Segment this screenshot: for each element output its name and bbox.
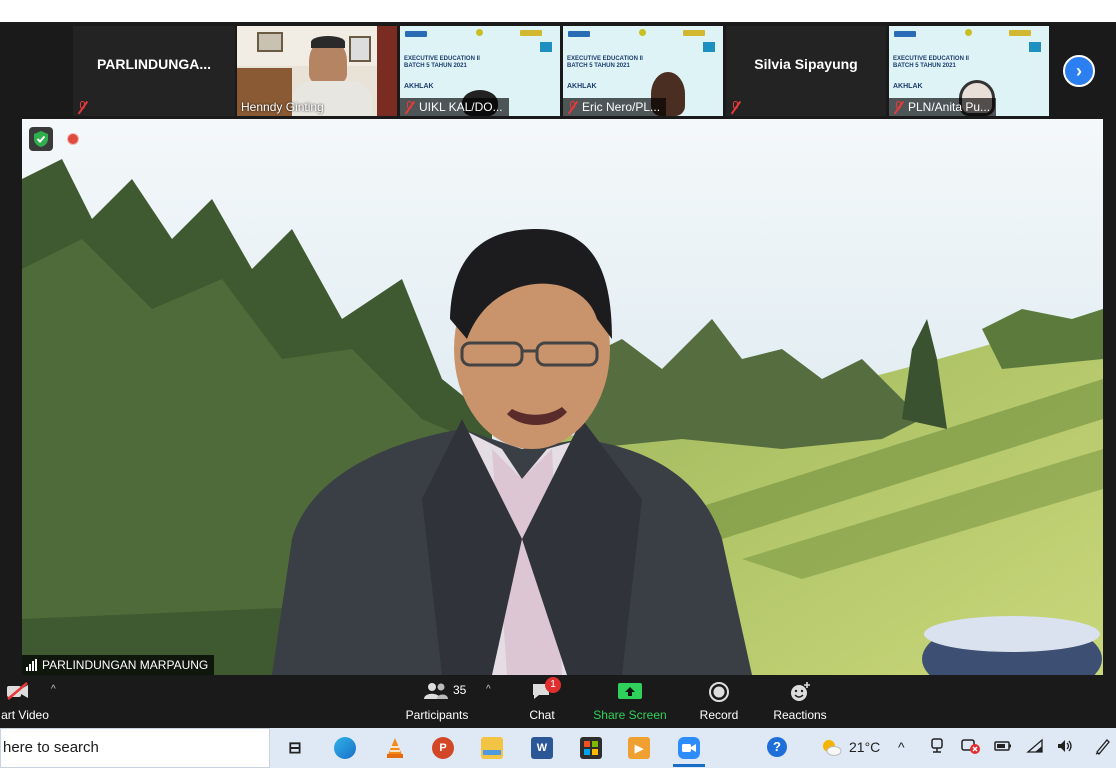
media-player-icon[interactable]: ▶ (628, 737, 650, 759)
slide-word: AKHLAK (404, 83, 434, 90)
gallery-tile-henndy[interactable]: Henndy Ginting (237, 26, 397, 116)
main-speaker-video (22, 119, 1103, 675)
slide-logo (639, 29, 646, 36)
tile-participant-name: UIKL KAL/DO... (419, 100, 503, 114)
tile-participant-name: Silvia Sipayung (754, 56, 858, 72)
signal-bars-icon (26, 659, 37, 671)
tile-name-label: PLN/Anita Pu... (889, 98, 997, 116)
pen-icon[interactable] (1094, 737, 1112, 758)
video-scene (22, 119, 1103, 675)
slide-title: EXECUTIVE EDUCATION II BATCH 5 TAHUN 202… (404, 56, 480, 69)
slide-logo (683, 30, 705, 36)
wifi-icon[interactable] (1026, 737, 1044, 758)
participants-icon (424, 683, 448, 699)
gallery-tile-anita[interactable]: EXECUTIVE EDUCATION II BATCH 5 TAHUN 202… (889, 26, 1049, 116)
wall-frame (257, 32, 283, 52)
slide-logo (894, 31, 916, 37)
chevron-right-icon[interactable]: › (1063, 55, 1095, 87)
share-screen-button[interactable]: Share Screen (592, 676, 668, 728)
search-placeholder: here to search (3, 739, 99, 756)
wall-frame (349, 36, 371, 62)
store-icon[interactable] (580, 737, 602, 759)
start-video-label: art Video (1, 708, 49, 722)
taskbar-search-input[interactable]: here to search (0, 728, 270, 768)
chat-button[interactable]: 1 Chat (520, 676, 564, 728)
mic-muted-icon (77, 100, 88, 114)
weather-icon[interactable] (820, 737, 842, 757)
powerpoint-icon[interactable]: P (432, 737, 454, 759)
slide-logo (703, 42, 715, 52)
tile-participant-name: Eric Nero/PL... (582, 100, 661, 114)
word-icon[interactable]: W (531, 737, 553, 759)
slide-title: EXECUTIVE EDUCATION II BATCH 5 TAHUN 202… (567, 56, 643, 69)
mic-muted-icon (893, 100, 904, 114)
tile-name-label: Henndy Ginting (237, 98, 330, 116)
video-chair (377, 26, 397, 116)
gallery-tile-eric[interactable]: EXECUTIVE EDUCATION II BATCH 5 TAHUN 202… (563, 26, 723, 116)
blocked-icon[interactable] (961, 737, 981, 758)
share-screen-label: Share Screen (593, 708, 667, 722)
task-view-icon[interactable]: ⊟ (284, 737, 306, 759)
record-icon (709, 682, 729, 702)
meeting-toolbar: art Video ^ 35 Participants ^ 1 Chat Sha… (0, 676, 1116, 728)
reactions-icon (791, 682, 810, 701)
participants-count: 35 (453, 683, 467, 697)
mic-muted-icon (730, 100, 741, 114)
zoom-active-indicator (673, 764, 705, 767)
chevron-up-icon[interactable]: ^ (486, 684, 491, 695)
reactions-button[interactable]: Reactions (770, 676, 830, 728)
slide-logo (405, 31, 427, 37)
slide-logo (568, 31, 590, 37)
window-top-strip (0, 0, 1116, 22)
mic-muted-icon (404, 100, 415, 114)
weather-temperature[interactable]: 21°C (849, 739, 880, 755)
mic-muted-icon (567, 100, 578, 114)
gallery-tile-uikl[interactable]: EXECUTIVE EDUCATION II BATCH 5 TAHUN 202… (400, 26, 560, 116)
file-explorer-icon[interactable] (481, 737, 503, 759)
tile-name-label: UIKL KAL/DO... (400, 98, 509, 116)
vlc-icon[interactable] (384, 737, 406, 759)
share-screen-icon (618, 683, 642, 699)
gallery-tile-silvia[interactable]: Silvia Sipayung (726, 26, 886, 116)
shield-check-icon[interactable] (29, 127, 53, 151)
speaker-name: PARLINDUNGAN MARPAUNG (42, 658, 209, 672)
speaker-name-label: PARLINDUNGAN MARPAUNG (22, 655, 215, 675)
edge-icon[interactable] (334, 737, 356, 759)
record-dot-icon (67, 133, 79, 145)
slide-word: AKHLAK (567, 83, 597, 90)
meet-icon[interactable] (929, 737, 947, 758)
chevron-up-icon[interactable]: ^ (898, 739, 905, 755)
help-icon[interactable]: ? (767, 737, 787, 757)
slide-logo (1009, 30, 1031, 36)
slide-logo (476, 29, 483, 36)
volume-icon[interactable] (1056, 737, 1074, 758)
chevron-up-icon[interactable]: ^ (51, 684, 56, 695)
record-label: Record (699, 708, 739, 722)
battery-icon[interactable] (994, 737, 1012, 758)
slide-logo (540, 42, 552, 52)
tile-name-label: Eric Nero/PL... (563, 98, 667, 116)
slide-title: EXECUTIVE EDUCATION II BATCH 5 TAHUN 202… (893, 56, 969, 69)
reactions-label: Reactions (773, 708, 827, 722)
tile-participant-name: Henndy Ginting (241, 100, 324, 114)
slide-word: AKHLAK (893, 83, 923, 90)
tile-participant-name: PARLINDUNGA... (96, 56, 212, 72)
tile-participant-name: PLN/Anita Pu... (908, 100, 991, 114)
tile-mute-indicator (73, 98, 94, 116)
zoom-icon[interactable] (678, 737, 700, 759)
slide-logo (965, 29, 972, 36)
tile-mute-indicator (726, 98, 747, 116)
participants-label: Participants (405, 708, 469, 722)
chat-unread-badge: 1 (545, 677, 561, 693)
video-off-icon (7, 682, 28, 700)
gallery-tile-parlindungan[interactable]: PARLINDUNGA... (73, 26, 235, 116)
slide-logo (1029, 42, 1041, 52)
start-video-button[interactable]: art Video (0, 676, 50, 728)
chat-label: Chat (529, 708, 555, 722)
participant-hair (311, 36, 345, 48)
participants-button[interactable]: 35 Participants (400, 676, 474, 728)
record-button[interactable]: Record (696, 676, 742, 728)
slide-logo (520, 30, 542, 36)
